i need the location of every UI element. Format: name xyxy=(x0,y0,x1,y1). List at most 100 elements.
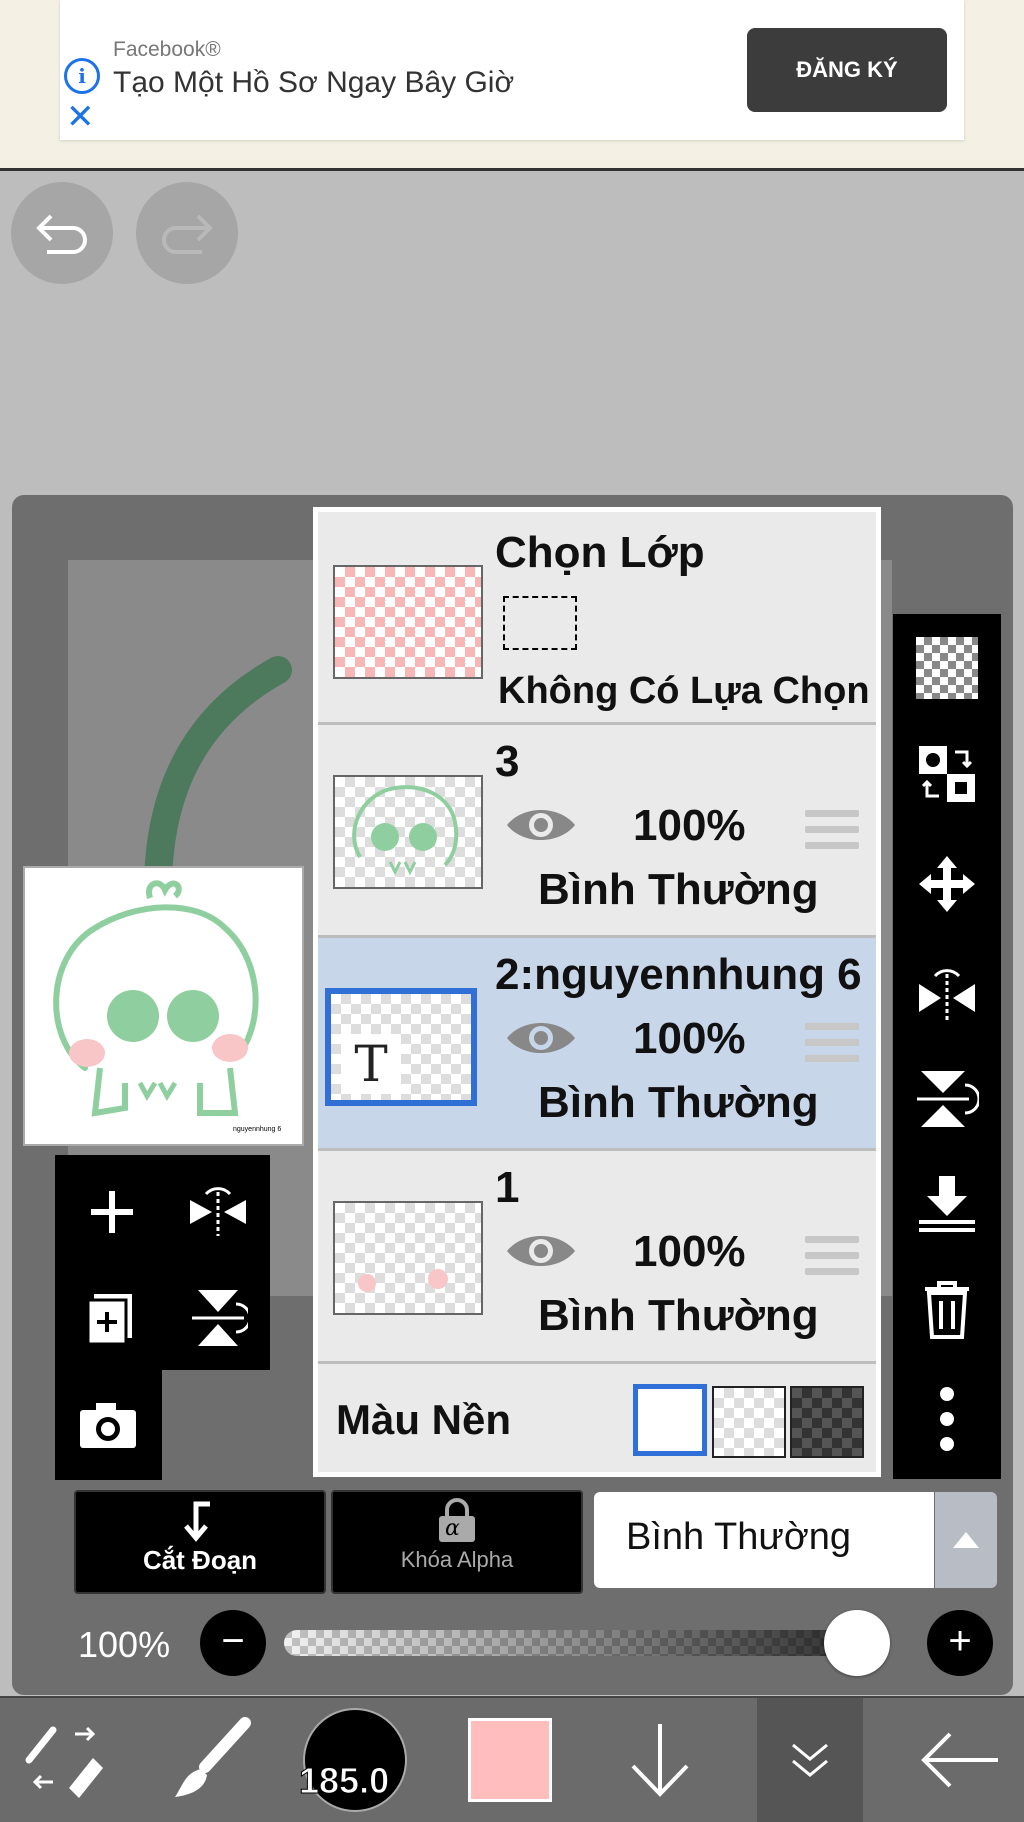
delete-layer-button[interactable] xyxy=(907,1269,987,1349)
layer-name-3: 3 xyxy=(495,737,520,786)
flip-horizontal-button[interactable] xyxy=(173,1167,263,1257)
selection-layer-row[interactable]: Chọn Lớp Không Có Lựa Chọn xyxy=(318,512,876,722)
layer-list: Chọn Lớp Không Có Lựa Chọn 3 100% Bình T… xyxy=(313,507,881,1477)
tool-switch-button[interactable] xyxy=(10,1698,120,1822)
drag-handle-icon[interactable] xyxy=(805,1023,859,1071)
redo-icon xyxy=(162,214,213,254)
clipping-arrow-icon xyxy=(184,1501,210,1542)
redo-button[interactable] xyxy=(136,182,238,284)
ad-signup-button[interactable]: ĐĂNG KÝ xyxy=(747,28,947,112)
info-icon[interactable]: i xyxy=(64,58,100,94)
checker-icon xyxy=(916,637,978,699)
background-transparent-option[interactable] xyxy=(712,1386,786,1458)
layer-opacity-1[interactable]: 100% xyxy=(633,1227,746,1277)
move-icon xyxy=(919,856,975,912)
plus-icon xyxy=(91,1191,133,1233)
add-copy-layer-button[interactable] xyxy=(67,1273,157,1363)
opacity-label: 100% xyxy=(78,1624,171,1665)
ad-brand: Facebook® xyxy=(113,38,221,61)
color-swatch xyxy=(468,1718,552,1802)
flip-horizontal-icon xyxy=(190,1187,246,1236)
background-label: Màu Nền xyxy=(336,1396,512,1443)
layers-toggle-button[interactable] xyxy=(757,1698,863,1822)
ad-card[interactable]: i ✕ Facebook® Tạo Một Hồ Sơ Ngay Bây Giờ… xyxy=(60,0,964,140)
close-icon[interactable]: ✕ xyxy=(66,100,95,134)
brush-tool-button[interactable] xyxy=(155,1698,265,1822)
ad-title: Tạo Một Hồ Sơ Ngay Bây Giờ xyxy=(113,66,515,99)
undo-icon xyxy=(36,214,87,254)
merge-down-icon xyxy=(919,1176,975,1232)
background-dark-option[interactable] xyxy=(790,1386,864,1458)
color-button[interactable] xyxy=(455,1698,565,1822)
eye-icon[interactable] xyxy=(505,803,577,847)
selection-subtitle: Không Có Lựa Chọn xyxy=(498,670,870,712)
flip-vertical-button[interactable] xyxy=(173,1273,263,1363)
opacity-decrease-button[interactable]: − xyxy=(200,1610,266,1676)
duplicate-layer-icon xyxy=(86,1294,132,1346)
canvas-preview: nguyennhung 6 xyxy=(23,866,304,1146)
eye-icon[interactable] xyxy=(505,1229,577,1273)
back-button[interactable] xyxy=(905,1698,1015,1822)
background-white-option[interactable] xyxy=(633,1384,707,1456)
transparency-button[interactable] xyxy=(907,628,987,708)
left-toolbox-bottom xyxy=(55,1370,162,1480)
merge-down-button[interactable] xyxy=(907,1164,987,1244)
alpha-symbol: α xyxy=(445,1516,460,1541)
layer-thumbnail-drawing xyxy=(358,1269,448,1292)
layer-blend-1: Bình Thường xyxy=(538,1291,819,1340)
arrow-down-icon xyxy=(631,1724,689,1797)
opacity-slider[interactable] xyxy=(284,1630,884,1656)
double-chevron-down-icon xyxy=(792,1743,828,1777)
clipping-button[interactable]: Cắt Đoạn xyxy=(74,1490,326,1594)
more-vertical-icon xyxy=(940,1387,954,1451)
move-button[interactable] xyxy=(907,844,987,924)
eye-icon[interactable] xyxy=(505,1016,577,1060)
layer-blend-2: Bình Thường xyxy=(538,1078,819,1127)
brush-icon xyxy=(175,1717,251,1797)
alpha-lock-button[interactable]: α Khóa Alpha xyxy=(331,1490,583,1594)
brush-size-value: 185.0 xyxy=(298,1760,390,1802)
background-color-row: Màu Nền xyxy=(318,1364,876,1472)
blend-mode-select[interactable]: Bình Thường xyxy=(594,1492,934,1588)
left-toolbox xyxy=(55,1155,270,1370)
flip-vertical-icon xyxy=(917,1071,979,1127)
blend-mode-dropdown-button[interactable] xyxy=(935,1492,997,1588)
bottom-toolbar: 185.0 xyxy=(0,1696,1024,1822)
add-layer-button[interactable] xyxy=(67,1167,157,1257)
move-down-button[interactable] xyxy=(605,1698,715,1822)
layer-opacity-2[interactable]: 100% xyxy=(633,1014,746,1064)
camera-button[interactable] xyxy=(63,1380,153,1470)
preview-drawing xyxy=(53,880,259,1117)
drag-handle-icon[interactable] xyxy=(805,810,859,858)
swap-icon xyxy=(919,746,975,802)
opacity-increase-button[interactable]: + xyxy=(927,1610,993,1676)
brush-eraser-switch-icon xyxy=(25,1726,103,1798)
text-layer-icon: T xyxy=(341,1034,401,1094)
drag-handle-icon[interactable] xyxy=(805,1236,859,1284)
flip-vertical-right-button[interactable] xyxy=(907,1059,987,1139)
camera-icon xyxy=(80,1403,136,1448)
ad-banner: i ✕ Facebook® Tạo Một Hồ Sơ Ngay Bây Giờ… xyxy=(0,0,1024,171)
layer-name-2: 2:nguyennhung 6 xyxy=(495,950,862,999)
selection-marquee-icon xyxy=(503,596,577,650)
blend-mode-value: Bình Thường xyxy=(626,1516,852,1558)
trash-icon xyxy=(925,1281,969,1339)
layer-thumbnail-2: T xyxy=(325,988,477,1106)
brush-size-indicator: 185.0 xyxy=(298,1708,407,1812)
layer-opacity-3[interactable]: 100% xyxy=(633,801,746,851)
layer-row-1[interactable]: 1 100% Bình Thường xyxy=(318,1151,876,1361)
layer-row-2[interactable]: T 2:nguyennhung 6 100% Bình Thường xyxy=(318,938,876,1148)
right-toolbar xyxy=(893,614,1001,1479)
layer-name-1: 1 xyxy=(495,1163,520,1212)
layer-thumbnail-drawing xyxy=(352,785,459,876)
layer-thumbnail-3 xyxy=(333,775,483,889)
layer-row-3[interactable]: 3 100% Bình Thường xyxy=(318,725,876,935)
brush-size-button[interactable]: 185.0 xyxy=(298,1698,410,1822)
selection-thumbnail xyxy=(333,565,483,679)
swap-layer-button[interactable] xyxy=(907,734,987,814)
flip-horizontal-icon xyxy=(919,969,975,1022)
flip-horizontal-right-button[interactable] xyxy=(907,954,987,1034)
more-options-button[interactable] xyxy=(907,1379,987,1459)
opacity-slider-knob[interactable] xyxy=(824,1610,890,1676)
undo-button[interactable] xyxy=(11,182,113,284)
